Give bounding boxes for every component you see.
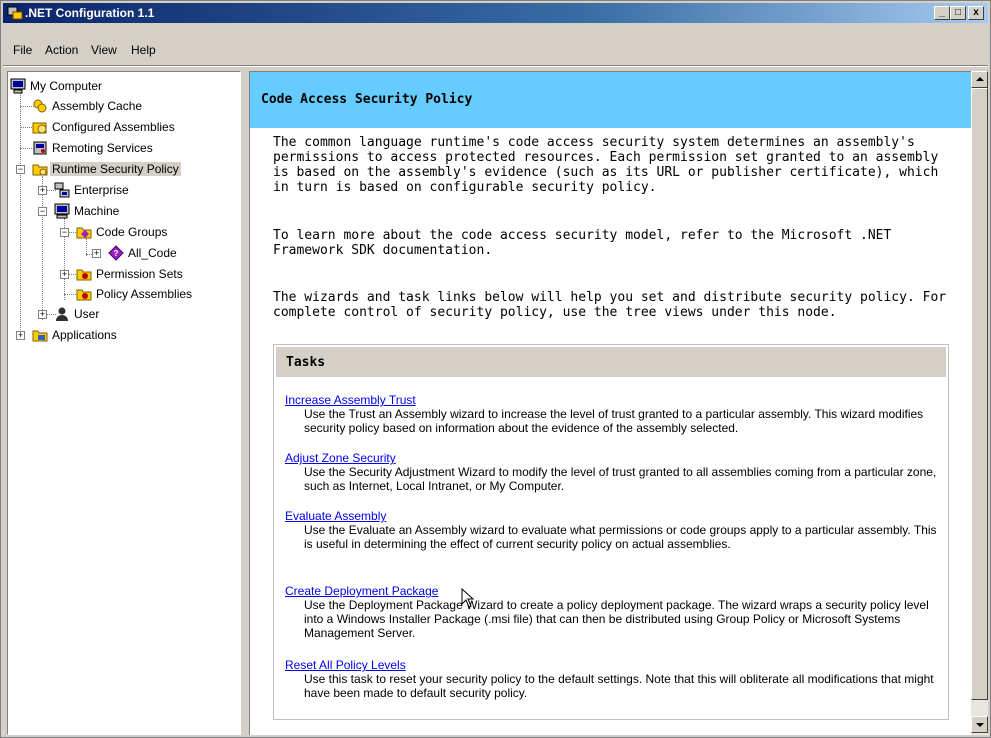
minimize-button[interactable]: _ xyxy=(934,6,950,20)
configured-assemblies-icon xyxy=(32,122,47,134)
collapse-toggle[interactable]: − xyxy=(16,165,25,174)
menu-separator xyxy=(3,65,988,67)
tree-item-machine[interactable]: − Machine xyxy=(34,201,224,221)
tree-item-label: Assembly Cache xyxy=(52,99,143,113)
menu-bar: File Action View Help xyxy=(3,39,988,61)
tree-item-permission-sets[interactable]: + Permission Sets xyxy=(56,264,236,284)
tree-item-enterprise[interactable]: + Enterprise xyxy=(34,180,224,200)
arrow-up-icon xyxy=(976,77,984,81)
tree-item-code-groups[interactable]: − Code Groups xyxy=(56,222,226,242)
tree-item-label: Permission Sets xyxy=(96,267,183,281)
tree-item-label: Policy Assemblies xyxy=(96,287,193,301)
arrow-down-icon xyxy=(976,723,984,727)
tasks-title: Tasks xyxy=(286,355,326,370)
content-panel: Code Access Security Policy The common l… xyxy=(249,71,971,735)
expand-toggle[interactable]: + xyxy=(38,186,47,195)
mouse-cursor-icon xyxy=(461,588,475,608)
enterprise-icon xyxy=(54,182,70,198)
evaluate-assembly-link[interactable]: Evaluate Assembly xyxy=(285,509,945,523)
expand-toggle[interactable]: + xyxy=(92,249,101,258)
menu-view[interactable]: View xyxy=(91,43,117,57)
tree-item-applications[interactable]: + Applications xyxy=(12,325,162,345)
task-item: Reset All Policy Levels Use this task to… xyxy=(285,658,945,700)
tree-item-configured-assemblies[interactable]: Configured Assemblies xyxy=(32,117,232,137)
tree-item-my-computer[interactable]: My Computer xyxy=(10,76,210,96)
permission-sets-icon xyxy=(76,269,92,281)
tree-item-all-code[interactable]: + ? All_Code xyxy=(78,243,228,263)
maximize-button[interactable]: □ xyxy=(950,6,966,20)
task-item: Increase Assembly Trust Use the Trust an… xyxy=(285,393,945,435)
expand-toggle[interactable]: + xyxy=(16,331,25,340)
content-header: Code Access Security Policy xyxy=(250,72,971,128)
main-window: .NET Configuration 1.1 _ □ x File Action… xyxy=(0,0,991,738)
menu-action[interactable]: Action xyxy=(45,43,78,57)
tree-item-label: Enterprise xyxy=(74,183,129,197)
expand-toggle[interactable]: + xyxy=(38,310,47,319)
tree-item-runtime-security-policy[interactable]: − Runtime Security Policy xyxy=(12,159,222,179)
tasks-box: Tasks Increase Assembly Trust Use the Tr… xyxy=(273,344,949,720)
learn-more-paragraph: To learn more about the code access secu… xyxy=(273,228,892,258)
task-description: Use the Deployment Package Wizard to cre… xyxy=(304,598,929,640)
increase-assembly-trust-link[interactable]: Increase Assembly Trust xyxy=(285,393,945,407)
tree-item-label: All_Code xyxy=(128,246,177,260)
code-group-icon: ? xyxy=(108,245,124,261)
tree-item-label: Remoting Services xyxy=(52,141,153,155)
content-scrollbar[interactable] xyxy=(971,71,988,735)
task-description: Use the Evaluate an Assembly wizard to e… xyxy=(304,523,937,551)
reset-all-policy-levels-link[interactable]: Reset All Policy Levels xyxy=(285,658,945,672)
tree-item-label: Code Groups xyxy=(96,225,168,239)
collapse-toggle[interactable]: − xyxy=(60,228,69,237)
user-icon xyxy=(56,307,68,321)
task-item: Evaluate Assembly Use the Evaluate an As… xyxy=(285,509,945,551)
scroll-up-button[interactable] xyxy=(971,71,988,88)
svg-text:?: ? xyxy=(114,249,119,258)
task-description: Use the Trust an Assembly wizard to incr… xyxy=(304,407,924,435)
task-description: Use the Security Adjustment Wizard to mo… xyxy=(304,465,937,493)
net-config-app-icon xyxy=(7,6,23,20)
adjust-zone-security-link[interactable]: Adjust Zone Security xyxy=(285,451,945,465)
scroll-down-button[interactable] xyxy=(971,716,988,733)
applications-icon xyxy=(32,330,48,342)
tree-line xyxy=(20,92,21,340)
assembly-cache-icon xyxy=(33,99,47,113)
tree-item-assembly-cache[interactable]: Assembly Cache xyxy=(32,96,212,116)
computer-icon xyxy=(10,78,26,94)
task-item: Create Deployment Package Use the Deploy… xyxy=(285,584,945,640)
wizards-paragraph: The wizards and task links below will he… xyxy=(273,290,947,320)
tasks-header: Tasks xyxy=(276,347,946,377)
tree-item-label: Runtime Security Policy xyxy=(50,162,181,176)
scroll-thumb[interactable] xyxy=(971,88,988,700)
tree-item-label: User xyxy=(74,307,100,321)
machine-icon xyxy=(54,203,70,219)
tree-item-user[interactable]: + User xyxy=(34,304,154,324)
intro-paragraph: The common language runtime's code acces… xyxy=(273,135,939,195)
tree-panel[interactable]: My Computer Assembly Cache Configured As… xyxy=(7,71,241,735)
tree-item-label: Machine xyxy=(74,204,120,218)
policy-assemblies-icon xyxy=(76,289,92,301)
task-description: Use this task to reset your security pol… xyxy=(304,672,934,700)
tree-item-label: My Computer xyxy=(30,79,103,93)
folder-icon xyxy=(76,227,92,239)
collapse-toggle[interactable]: − xyxy=(38,207,47,216)
page-title: Code Access Security Policy xyxy=(261,92,473,107)
close-button[interactable]: x xyxy=(968,6,984,20)
window-title: .NET Configuration 1.1 xyxy=(25,6,155,20)
folder-icon xyxy=(32,164,48,176)
tree-item-remoting-services[interactable]: Remoting Services xyxy=(32,138,232,158)
task-item: Adjust Zone Security Use the Security Ad… xyxy=(285,451,945,493)
menu-file[interactable]: File xyxy=(13,43,32,57)
title-bar[interactable]: .NET Configuration 1.1 _ □ x xyxy=(3,3,988,23)
tree-item-policy-assemblies[interactable]: Policy Assemblies xyxy=(76,284,236,304)
remoting-services-icon xyxy=(33,141,47,155)
menu-help[interactable]: Help xyxy=(131,43,156,57)
tree-item-label: Configured Assemblies xyxy=(52,120,175,134)
create-deployment-package-link[interactable]: Create Deployment Package xyxy=(285,584,945,598)
tree-item-label: Applications xyxy=(52,328,117,342)
expand-toggle[interactable]: + xyxy=(60,270,69,279)
